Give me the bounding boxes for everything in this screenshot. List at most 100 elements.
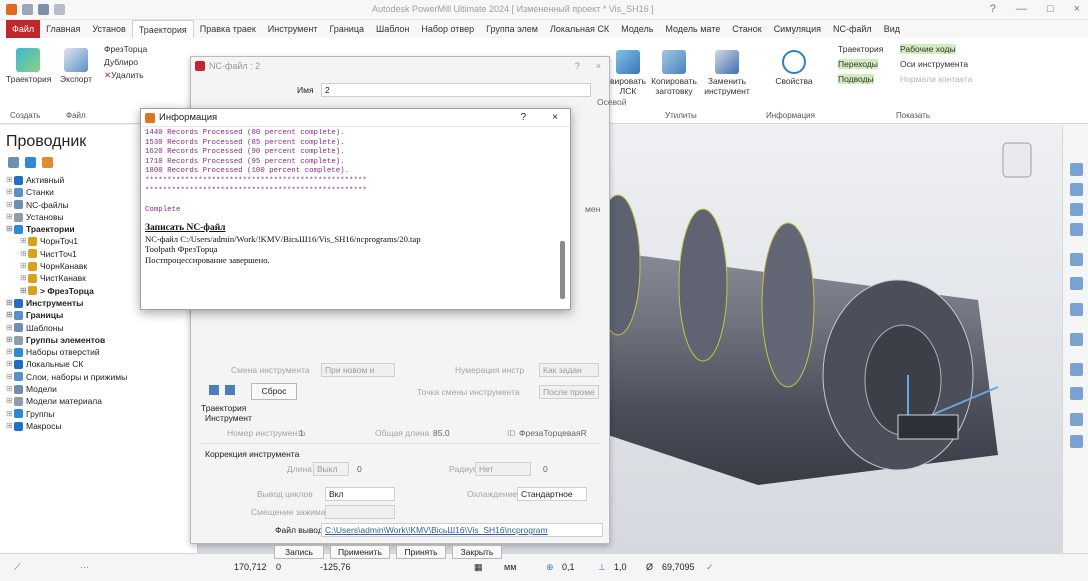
info-help-icon[interactable]: ?	[521, 109, 527, 127]
expand-icon[interactable]: ⊞	[6, 358, 14, 370]
view-cube-icon[interactable]	[1002, 142, 1032, 178]
show-rapids-toggle[interactable]: Переходы	[838, 59, 878, 69]
expand-icon[interactable]: ⊞	[6, 420, 14, 432]
tab-stock-model[interactable]: Модель мате	[659, 20, 726, 38]
tool-change-point-select[interactable]: После проме	[539, 385, 599, 399]
expand-icon[interactable]: ⊞	[6, 211, 14, 223]
tab-setup[interactable]: Установ	[86, 20, 131, 38]
tree-item[interactable]: ⊞ Слои, наборы и прижимы	[0, 371, 197, 383]
expand-icon[interactable]: ⊞	[6, 186, 14, 198]
maximize-button[interactable]: □	[1047, 3, 1054, 15]
show-feed-toggle[interactable]: Рабочие ходы	[900, 44, 956, 54]
tree-item[interactable]: ⊞ Границы	[0, 309, 197, 321]
show-tool-axis-toggle[interactable]: Оси инструмента	[900, 59, 968, 69]
shading-icon[interactable]	[1070, 333, 1083, 346]
expand-icon[interactable]: ⊞	[6, 322, 14, 334]
filter-icon[interactable]	[25, 157, 36, 168]
expand-icon[interactable]: ⊞	[6, 223, 14, 235]
ftorc-item[interactable]: ФрезТорца	[104, 44, 147, 54]
undo-icon[interactable]	[54, 4, 65, 15]
expand-icon[interactable]: ⊞	[6, 297, 14, 309]
close-dialog-button[interactable]: Закрыть	[452, 545, 502, 559]
tree-item[interactable]: ⊞ Макросы	[0, 420, 197, 432]
tab-simulation[interactable]: Симуляция	[768, 20, 827, 38]
length-mode-select[interactable]: Выкл	[313, 462, 349, 476]
expand-icon[interactable]: ⊞	[6, 408, 14, 420]
view-front-icon[interactable]	[1070, 183, 1083, 196]
collapse-icon[interactable]	[8, 157, 19, 168]
tree-item[interactable]: ⊞ Модели материала	[0, 395, 197, 407]
save-icon[interactable]	[38, 4, 49, 15]
tab-pattern[interactable]: Шаблон	[370, 20, 415, 38]
tab-feature-group[interactable]: Группа элем	[480, 20, 544, 38]
delete-button[interactable]: ✕Удалить	[104, 70, 144, 81]
expand-icon[interactable]: ⊞	[6, 174, 14, 186]
scroll-thumb[interactable]	[560, 241, 565, 299]
zoom-in-icon[interactable]	[1070, 277, 1083, 290]
write-button[interactable]: Запись	[274, 545, 324, 559]
nc-help-icon[interactable]: ?	[575, 57, 580, 75]
reset-button[interactable]: Сброс	[251, 383, 297, 400]
nc-close-icon[interactable]: ×	[596, 57, 601, 75]
tool-numbering-select[interactable]: Как задан	[539, 363, 599, 377]
expand-icon[interactable]: ⊞	[6, 334, 14, 346]
expand-icon[interactable]: ⊞	[20, 285, 28, 297]
info-close-icon[interactable]: ×	[552, 109, 558, 127]
replace-tool-button[interactable]: Заменить инструмент	[702, 50, 752, 96]
pointer-icon[interactable]	[1070, 413, 1083, 426]
tree-item[interactable]: ⊞ Модели	[0, 383, 197, 395]
view-iso-icon[interactable]	[1070, 163, 1083, 176]
ruler-icon[interactable]: ▦	[474, 562, 483, 573]
tab-machine[interactable]: Станок	[726, 20, 767, 38]
tree-item[interactable]: ⊞ Наборы отверстий	[0, 346, 197, 358]
minimize-button[interactable]: —	[1016, 3, 1027, 15]
tab-toolpath[interactable]: Траектория	[131, 20, 194, 38]
wireframe-icon[interactable]	[1070, 363, 1083, 376]
expand-icon[interactable]: ⊞	[20, 248, 28, 260]
offset-clamp-select[interactable]	[325, 505, 395, 519]
show-leads-toggle[interactable]: Подводы	[838, 74, 874, 84]
open-icon[interactable]	[22, 4, 33, 15]
duplicate-button[interactable]: Дублиро	[104, 57, 138, 67]
radius-mode-select[interactable]: Нет	[475, 462, 531, 476]
snap-icons[interactable]: ⋯	[80, 562, 89, 573]
tree-item[interactable]: ⊞ Шаблоны	[0, 322, 197, 334]
tab-view[interactable]: Вид	[878, 20, 906, 38]
tab-toolpath-edit[interactable]: Правка траек	[194, 20, 262, 38]
copy-blank-button[interactable]: Копировать заготовку	[650, 50, 698, 96]
show-normals-toggle[interactable]: Нормали контакта	[900, 74, 972, 84]
app-logo-icon[interactable]	[6, 4, 17, 15]
close-button[interactable]: ×	[1074, 3, 1080, 15]
tab-file[interactable]: Файл	[6, 20, 41, 38]
selection-icon[interactable]	[1070, 387, 1083, 400]
zoom-box-icon[interactable]	[1070, 253, 1083, 266]
tab-hole-set[interactable]: Набор отвер	[415, 20, 480, 38]
show-toolpath-toggle[interactable]: Траектория	[838, 44, 883, 54]
expand-icon[interactable]: ⊞	[6, 199, 14, 211]
tree-item[interactable]: ⊞ Группы	[0, 408, 197, 420]
cooling-select[interactable]: Стандартное	[517, 487, 587, 501]
tab-home[interactable]: Главная	[40, 20, 86, 38]
tree-item[interactable]: ⊞ Локальные СК	[0, 358, 197, 370]
tab-tool[interactable]: Инструмент	[262, 20, 324, 38]
expand-icon[interactable]: ⊞	[6, 371, 14, 383]
apply-button[interactable]: Применить	[330, 545, 390, 559]
zoom-out-icon[interactable]	[1070, 303, 1083, 316]
name-input[interactable]: 2	[321, 83, 591, 97]
help-icon[interactable]: ?	[990, 3, 996, 15]
workplane-status-icon[interactable]: ⟋	[14, 562, 20, 573]
properties-button[interactable]: Свойства	[772, 50, 816, 86]
expand-icon[interactable]: ⊞	[20, 235, 28, 247]
toolpath-button[interactable]: Траектория	[6, 48, 51, 84]
tool-icon-b[interactable]	[225, 385, 235, 395]
copy-workplane-button[interactable]: вировать ЛСК	[610, 50, 646, 96]
output-file-input[interactable]: C:\Users\admin\Work\!KMV\ВісьШ16\Vis_SH1…	[321, 523, 603, 537]
tab-boundary[interactable]: Граница	[323, 20, 370, 38]
view-side-icon[interactable]	[1070, 203, 1083, 216]
expand-icon[interactable]: ⊞	[20, 272, 28, 284]
tree-item[interactable]: ⊞ Группы элементов	[0, 334, 197, 346]
expand-icon[interactable]: ⊞	[6, 383, 14, 395]
export-button[interactable]: Экспорт	[58, 48, 94, 84]
expand-icon[interactable]: ⊞	[20, 260, 28, 272]
accept-button[interactable]: Принять	[396, 545, 446, 559]
